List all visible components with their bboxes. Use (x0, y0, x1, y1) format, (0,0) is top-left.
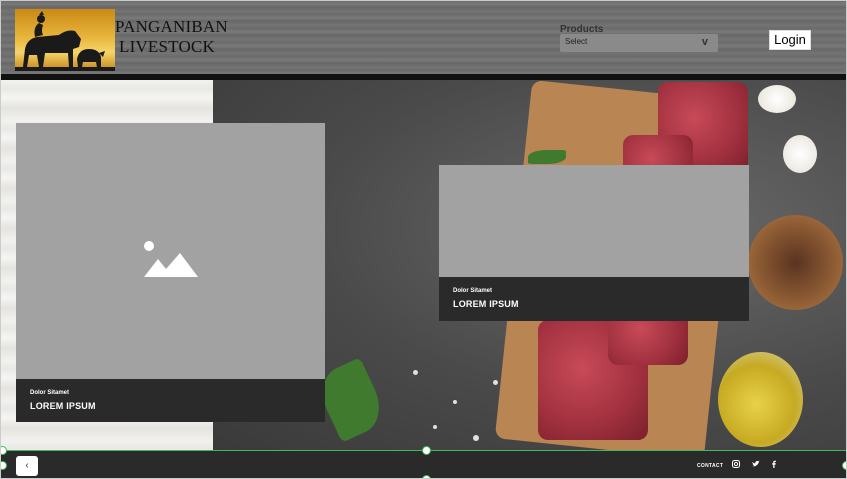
instagram-icon[interactable] (731, 460, 741, 470)
products-select[interactable]: Select v (560, 34, 718, 52)
brand-name: PANGANIBAN LIVESTOCK (115, 17, 228, 57)
farm-animals-logo-icon (15, 11, 115, 71)
brand-line-2: LIVESTOCK (119, 37, 215, 56)
logo[interactable] (15, 9, 115, 71)
garlic-clove (758, 85, 796, 113)
contact-link[interactable]: CONTACT (697, 463, 723, 469)
salt-speck (453, 400, 457, 404)
page-frame: PANGANIBAN LIVESTOCK Products Select v L… (0, 0, 847, 479)
salt-speck (493, 380, 498, 385)
facebook-icon[interactable] (769, 460, 779, 470)
selection-handle[interactable] (422, 475, 431, 478)
salt-speck (413, 370, 418, 375)
basil-leaf (528, 150, 566, 164)
oil-bowl (718, 352, 803, 447)
products-select-value: Select (565, 37, 588, 46)
card-caption: Dolor Sitamet LOREM IPSUM (16, 379, 325, 422)
card-caption: Dolor Sitamet LOREM IPSUM (439, 277, 749, 321)
selection-handle[interactable] (842, 461, 846, 470)
salt-speck (473, 435, 479, 441)
garlic-clove (783, 135, 817, 173)
twitter-icon[interactable] (751, 460, 761, 470)
card-title: LOREM IPSUM (453, 299, 519, 309)
brand-line-1: PANGANIBAN (115, 17, 228, 36)
card-subtitle: Dolor Sitamet (30, 390, 70, 396)
login-button[interactable]: Login (769, 30, 811, 50)
content-card[interactable]: Dolor Sitamet LOREM IPSUM (439, 165, 749, 321)
back-button[interactable]: ‹ (16, 456, 38, 476)
chevron-down-icon: v (701, 36, 708, 48)
card-title: LOREM IPSUM (30, 401, 96, 411)
content-card[interactable]: Dolor Sitamet LOREM IPSUM (16, 123, 325, 422)
header: PANGANIBAN LIVESTOCK Products Select v L… (1, 1, 846, 75)
image-placeholder-icon (144, 241, 198, 277)
card-subtitle: Dolor Sitamet (453, 288, 493, 294)
peppercorn-bowl (748, 215, 843, 310)
salt-speck (433, 425, 437, 429)
selection-handle[interactable] (422, 446, 431, 455)
